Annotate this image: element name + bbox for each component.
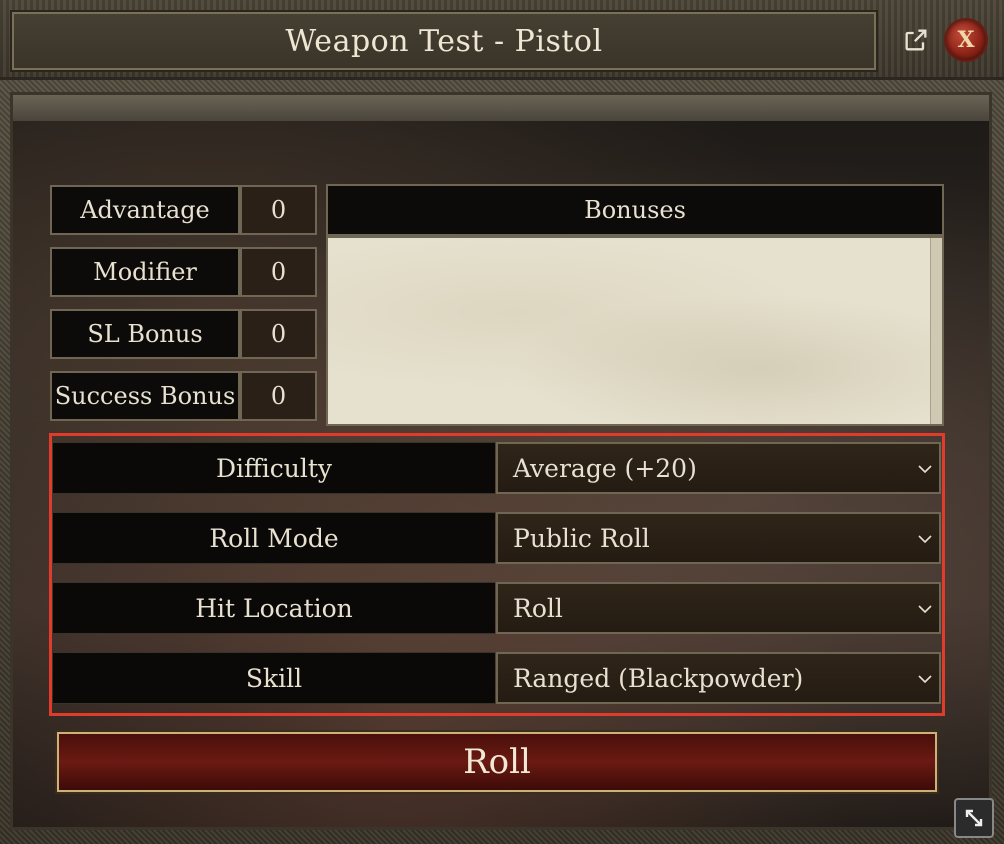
advantage-label-text: Advantage (80, 196, 210, 224)
dialog-window: Weapon Test - Pistol X Advantage 0 Modif… (0, 0, 1004, 844)
skill-label-text: Skill (245, 663, 303, 693)
content-top-bar (13, 95, 989, 121)
hit-location-select[interactable]: Roll (496, 582, 941, 634)
hit-location-label: Hit Location (53, 582, 495, 634)
advantage-input[interactable]: 0 (240, 185, 317, 235)
chevron-down-icon (918, 535, 932, 544)
sl-bonus-label-text: SL Bonus (87, 320, 203, 348)
hit-location-label-text: Hit Location (195, 593, 353, 623)
resize-icon[interactable] (954, 798, 994, 838)
roll-mode-label: Roll Mode (53, 512, 495, 564)
modifier-input[interactable]: 0 (240, 247, 317, 297)
roll-mode-label-text: Roll Mode (209, 523, 339, 553)
close-icon[interactable]: X (946, 20, 986, 60)
roll-button[interactable]: Roll (55, 730, 939, 794)
sl-bonus-label: SL Bonus (50, 309, 240, 359)
modifier-label-text: Modifier (93, 258, 197, 286)
roll-mode-value: Public Roll (513, 523, 650, 553)
chevron-down-icon (918, 605, 932, 614)
window-title: Weapon Test - Pistol (285, 23, 603, 59)
sl-bonus-input[interactable]: 0 (240, 309, 317, 359)
success-bonus-label-text: Success Bonus (54, 382, 236, 410)
success-bonus-label: Success Bonus (50, 371, 240, 421)
modifier-value: 0 (270, 258, 287, 286)
difficulty-value: Average (+20) (513, 453, 697, 483)
close-label: X (957, 27, 975, 53)
advantage-label: Advantage (50, 185, 240, 235)
bonuses-textarea[interactable] (326, 236, 944, 426)
roll-mode-select[interactable]: Public Roll (496, 512, 941, 564)
difficulty-select[interactable]: Average (+20) (496, 442, 941, 494)
success-bonus-input[interactable]: 0 (240, 371, 317, 421)
success-bonus-value: 0 (270, 382, 287, 410)
chevron-down-icon (918, 675, 932, 684)
window-header[interactable]: Weapon Test - Pistol X (0, 0, 1004, 80)
bonuses-header-text: Bonuses (584, 196, 686, 224)
title-bar: Weapon Test - Pistol (10, 10, 878, 72)
skill-label: Skill (53, 652, 495, 704)
external-link-icon[interactable] (900, 24, 932, 56)
difficulty-label-text: Difficulty (215, 453, 333, 483)
roll-button-label: Roll (463, 742, 531, 782)
skill-select[interactable]: Ranged (Blackpowder) (496, 652, 941, 704)
bonuses-header: Bonuses (326, 184, 944, 236)
difficulty-label: Difficulty (53, 442, 495, 494)
modifier-label: Modifier (50, 247, 240, 297)
chevron-down-icon (918, 465, 932, 474)
skill-value: Ranged (Blackpowder) (513, 663, 804, 693)
bonuses-scrollbar[interactable] (930, 238, 942, 424)
hit-location-value: Roll (513, 593, 563, 623)
sl-bonus-value: 0 (270, 320, 287, 348)
advantage-value: 0 (270, 196, 287, 224)
